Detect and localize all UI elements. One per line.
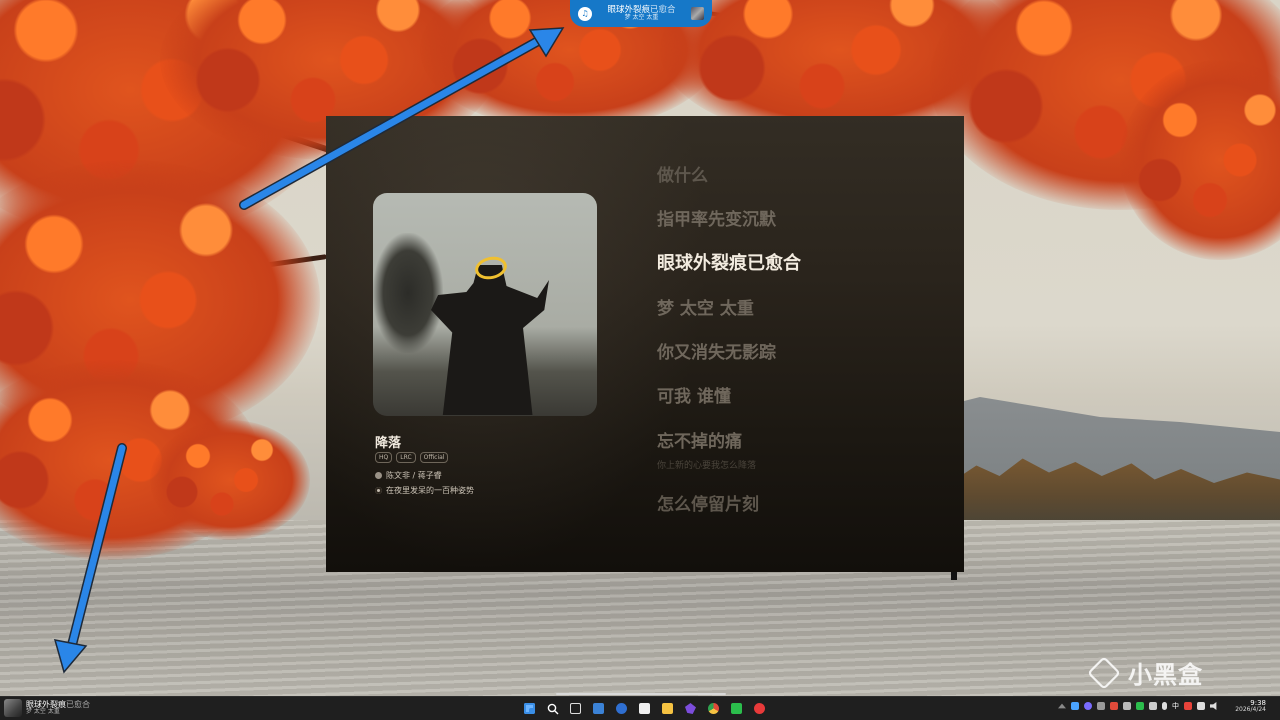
lyric-line[interactable]: 你又消失无影踪 bbox=[657, 338, 776, 363]
taskbar-hover-indicator bbox=[556, 693, 726, 695]
input-language-indicator[interactable]: 中 bbox=[1172, 701, 1179, 711]
quality-tags: HQ LRC Official bbox=[375, 452, 449, 463]
lyric-line[interactable]: 做什么 bbox=[657, 161, 708, 186]
lyric-line[interactable]: 指甲率先变沉默 bbox=[657, 205, 776, 230]
network-icon[interactable] bbox=[1197, 702, 1205, 710]
lyric-line[interactable]: 梦 太空 太重 bbox=[657, 294, 754, 319]
tag-official: Official bbox=[419, 452, 449, 463]
obsidian-icon[interactable] bbox=[681, 699, 700, 718]
lyric-line[interactable]: 怎么停留片刻 bbox=[657, 490, 759, 515]
album-cover bbox=[373, 193, 597, 416]
tray-app-icon[interactable] bbox=[1149, 702, 1157, 710]
tray-expand-icon[interactable] bbox=[1058, 703, 1066, 709]
taskbar: 眼球外裂痕已愈合 梦 太空 太重 中 9:38 2026/4/24 bbox=[0, 696, 1280, 720]
cover-tree bbox=[373, 233, 443, 353]
typora-icon[interactable] bbox=[635, 699, 654, 718]
track-title: 降落 bbox=[375, 436, 402, 451]
clock-date: 2026/4/24 bbox=[1235, 706, 1266, 714]
watermark: 小黑盒 bbox=[1087, 655, 1203, 690]
notes-icon[interactable] bbox=[589, 699, 608, 718]
album-name: 在夜里发呆的一百种姿势 bbox=[386, 486, 474, 495]
taskbar-title-rest: 已愈合 bbox=[66, 699, 90, 709]
island-lyric-line: 梦 太空 太重 bbox=[624, 13, 659, 21]
album-row[interactable]: 在夜里发呆的一百种姿势 bbox=[375, 485, 474, 496]
search-icon[interactable] bbox=[543, 699, 562, 718]
microphone-icon[interactable] bbox=[1162, 702, 1167, 710]
taskbar-app-list bbox=[520, 699, 769, 718]
tray-app-icon[interactable] bbox=[1071, 702, 1079, 710]
tray-app-icon[interactable] bbox=[1084, 702, 1092, 710]
person-icon bbox=[375, 472, 382, 479]
lyrics-panel[interactable]: 做什么 指甲率先变沉默 眼球外裂痕已愈合 梦 太空 太重 你又消失无影踪 可我 … bbox=[657, 116, 947, 572]
tray-app-icon[interactable] bbox=[1123, 702, 1131, 710]
task-view-icon[interactable] bbox=[566, 699, 585, 718]
music-app-icon: ♫ bbox=[578, 6, 592, 21]
dynamic-island[interactable]: ♫ 眼球外裂痕已愈合 梦 太空 太重 bbox=[570, 0, 712, 27]
tray-app-icon[interactable] bbox=[1110, 702, 1118, 710]
file-explorer-icon[interactable] bbox=[658, 699, 677, 718]
watermark-text: 小黑盒 bbox=[1128, 661, 1203, 689]
start-icon[interactable] bbox=[520, 699, 539, 718]
lyric-line[interactable]: 可我 谁懂 bbox=[657, 382, 731, 407]
wechat-icon[interactable] bbox=[727, 699, 746, 718]
lyric-line-active[interactable]: 眼球外裂痕已愈合 bbox=[657, 249, 801, 275]
taskbar-media-text: 眼球外裂痕已愈合 梦 太空 太重 bbox=[26, 699, 90, 716]
taskbar-album-thumb bbox=[4, 699, 22, 717]
island-text: 眼球外裂痕已愈合 梦 太空 太重 bbox=[598, 5, 685, 22]
chrome-icon[interactable] bbox=[704, 699, 723, 718]
tray-app-icon[interactable] bbox=[1184, 702, 1192, 710]
lyric-translation: 你上新的心要我怎么降落 bbox=[657, 461, 757, 471]
disc-icon bbox=[375, 487, 382, 494]
cover-figure bbox=[431, 265, 549, 415]
music-player-window[interactable]: 降落 HQ LRC Official 陈文非 / 蒋子睿 在夜里发呆的一百种姿势… bbox=[326, 116, 964, 572]
watermark-logo-icon bbox=[1087, 655, 1121, 690]
todo-icon[interactable] bbox=[612, 699, 631, 718]
taskbar-clock[interactable]: 9:38 2026/4/24 bbox=[1235, 699, 1266, 714]
window-resize-handle[interactable] bbox=[951, 572, 957, 580]
island-album-thumb bbox=[691, 7, 704, 20]
artist-names: 陈文非 / 蒋子睿 bbox=[386, 471, 442, 480]
lyric-line[interactable]: 忘不掉的痛 bbox=[657, 427, 742, 452]
tray-app-icon[interactable] bbox=[1097, 702, 1105, 710]
wallpaper-foliage bbox=[150, 420, 310, 540]
artist-row[interactable]: 陈文非 / 蒋子睿 bbox=[375, 470, 442, 481]
tag-hq: HQ bbox=[375, 452, 393, 463]
volume-icon[interactable] bbox=[1210, 702, 1217, 710]
taskbar-media-widget[interactable]: 眼球外裂痕已愈合 梦 太空 太重 bbox=[4, 699, 90, 717]
taskbar-lyric-line: 梦 太空 太重 bbox=[26, 708, 60, 716]
tray-app-icon[interactable] bbox=[1136, 702, 1144, 710]
netease-music-icon[interactable] bbox=[750, 699, 769, 718]
system-tray: 中 bbox=[1058, 701, 1218, 711]
tag-lrc: LRC bbox=[396, 452, 416, 463]
